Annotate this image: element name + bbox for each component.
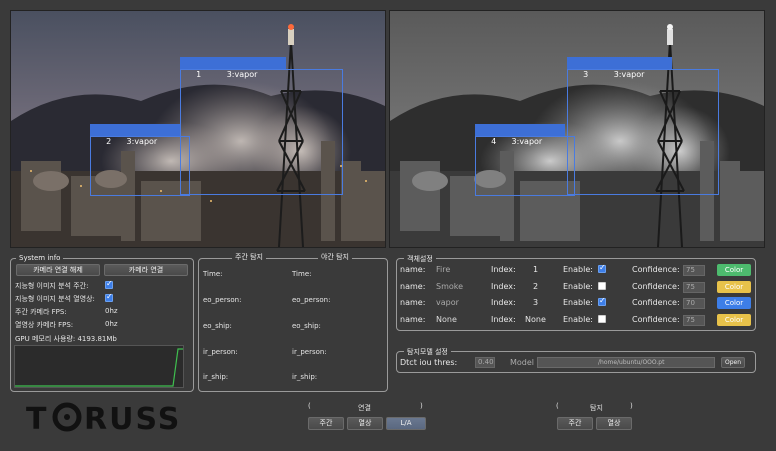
day-analysis-checkbox[interactable] bbox=[105, 279, 113, 289]
obj-index-label: Index: bbox=[491, 315, 516, 324]
obj-name-label: name: bbox=[400, 265, 426, 274]
svg-text:RUSS: RUSS bbox=[84, 402, 181, 434]
night-detection-title: 야간 탐지 bbox=[318, 252, 352, 262]
day-detection-title: 주간 탐지 bbox=[232, 252, 266, 262]
obj-name-value-vapor: vapor bbox=[436, 298, 459, 307]
gpu-memory-label: GPU 메모리 사용량: 4193.81Mb bbox=[15, 335, 117, 343]
toruss-logo-mark: T RUSS bbox=[26, 402, 181, 437]
detection-label-2: 2 3:vapor bbox=[90, 124, 180, 146]
night-eo-ship-label: eo_ship: bbox=[292, 322, 321, 330]
detection-label-3: 3 3:vapor bbox=[567, 57, 672, 79]
day-eo-ship-label: eo_ship: bbox=[203, 322, 232, 330]
obj-enable-label: Enable: bbox=[563, 315, 593, 324]
connection-la-button[interactable]: L/A bbox=[386, 417, 426, 430]
obj-enable-label: Enable: bbox=[563, 265, 593, 274]
camera-connect-button[interactable]: 카메라 연결 bbox=[104, 264, 188, 276]
gpu-usage-graph bbox=[14, 345, 184, 388]
obj-confidence-input-fire[interactable]: 75 bbox=[683, 265, 705, 276]
detection-class: 3:vapor bbox=[511, 137, 543, 146]
detection-class: 3:vapor bbox=[613, 70, 645, 79]
svg-text:T: T bbox=[26, 402, 48, 434]
obj-name-label: name: bbox=[400, 298, 426, 307]
obj-color-button-vapor[interactable]: Color bbox=[717, 297, 751, 309]
obj-enable-label: Enable: bbox=[563, 298, 593, 307]
thermal-fps-value: 0hz bbox=[105, 320, 118, 328]
gpu-usage-line bbox=[15, 348, 183, 387]
obj-index-value: None bbox=[525, 315, 546, 324]
obj-color-button-fire[interactable]: Color bbox=[717, 264, 751, 276]
connection-open-paren: ( bbox=[308, 402, 311, 410]
model-open-button[interactable]: Open bbox=[721, 357, 745, 368]
detection-box-1 bbox=[180, 69, 343, 195]
connection-close-paren: ) bbox=[420, 402, 423, 410]
night-time-label: Time: bbox=[292, 270, 312, 278]
model-label: Model bbox=[510, 358, 535, 367]
day-analysis-label: 지능형 이미지 분석 주간: bbox=[15, 282, 89, 290]
night-eo-person-label: eo_person: bbox=[292, 296, 331, 304]
obj-index-label: Index: bbox=[491, 298, 516, 307]
obj-confidence-input-smoke[interactable]: 75 bbox=[683, 282, 705, 293]
detection-label-1: 1 3:vapor bbox=[180, 57, 286, 79]
obj-confidence-label: Confidence: bbox=[632, 298, 680, 307]
toruss-logo: T RUSS bbox=[26, 400, 208, 437]
model-path-field[interactable]: /home/ubuntu/OOO.pt bbox=[537, 357, 715, 368]
system-info-title: System info bbox=[16, 254, 64, 262]
obj-enable-checkbox-none[interactable] bbox=[598, 315, 606, 323]
obj-name-label: name: bbox=[400, 315, 426, 324]
obj-enable-checkbox-vapor[interactable] bbox=[598, 296, 606, 306]
obj-enable-checkbox-smoke[interactable] bbox=[598, 282, 606, 290]
camera-disconnect-button[interactable]: 카메라 연결 해제 bbox=[16, 264, 100, 276]
obj-name-value-fire: Fire bbox=[436, 265, 451, 274]
thermal-analysis-label: 지능형 이미지 분석 열영상: bbox=[15, 295, 95, 303]
iou-threshold-label: Dtct iou thres: bbox=[400, 358, 458, 367]
obj-index-value: 2 bbox=[533, 282, 539, 291]
day-eo-person-label: eo_person: bbox=[203, 296, 242, 304]
obj-name-value-none: None bbox=[436, 315, 457, 324]
night-ir-ship-label: ir_ship: bbox=[292, 373, 318, 381]
detection-class: 3:vapor bbox=[226, 70, 258, 79]
obj-confidence-input-vapor[interactable]: 70 bbox=[683, 298, 705, 309]
obj-confidence-input-none[interactable]: 75 bbox=[683, 315, 705, 326]
obj-enable-label: Enable: bbox=[563, 282, 593, 291]
obj-index-value: 3 bbox=[533, 298, 539, 307]
thermal-fps-label: 열영상 카메라 FPS: bbox=[15, 321, 74, 329]
detection-day-button[interactable]: 주간 bbox=[557, 417, 593, 430]
day-ir-ship-label: ir_ship: bbox=[203, 373, 229, 381]
night-ir-person-label: ir_person: bbox=[292, 348, 327, 356]
detection-open-paren: ( bbox=[556, 402, 559, 410]
detection-box-3 bbox=[567, 69, 719, 195]
connection-day-button[interactable]: 주간 bbox=[308, 417, 344, 430]
connection-thermal-button[interactable]: 열상 bbox=[347, 417, 383, 430]
detection-title: 탐지 bbox=[590, 404, 603, 412]
obj-index-value: 1 bbox=[533, 265, 539, 274]
obj-color-button-smoke[interactable]: Color bbox=[717, 281, 751, 293]
obj-enable-checkbox-fire[interactable] bbox=[598, 263, 606, 273]
obj-confidence-label: Confidence: bbox=[632, 265, 680, 274]
obj-confidence-label: Confidence: bbox=[632, 282, 680, 291]
obj-name-label: name: bbox=[400, 282, 426, 291]
detection-thermal-button[interactable]: 열상 bbox=[596, 417, 632, 430]
iou-threshold-input[interactable]: 0.40 bbox=[475, 357, 495, 368]
obj-index-label: Index: bbox=[491, 265, 516, 274]
obj-confidence-label: Confidence: bbox=[632, 315, 680, 324]
day-fps-label: 주간 카메라 FPS: bbox=[15, 308, 67, 316]
obj-name-value-smoke: Smoke bbox=[436, 282, 464, 291]
thermal-camera-feed: 3 3:vapor 4 3:vapor bbox=[389, 10, 765, 248]
day-time-label: Time: bbox=[203, 270, 223, 278]
object-settings-title: 객체설정 bbox=[404, 254, 436, 264]
day-fps-value: 0hz bbox=[105, 307, 118, 315]
connection-title: 연결 bbox=[358, 404, 371, 412]
model-settings-title: 탐지모델 설정 bbox=[404, 347, 451, 357]
day-camera-feed: 1 3:vapor 2 3:vapor bbox=[10, 10, 386, 248]
detection-close-paren: ) bbox=[630, 402, 633, 410]
obj-index-label: Index: bbox=[491, 282, 516, 291]
thermal-analysis-checkbox[interactable] bbox=[105, 292, 113, 302]
detection-label-4: 4 3:vapor bbox=[475, 124, 565, 146]
day-ir-person-label: ir_person: bbox=[203, 348, 238, 356]
detection-class: 3:vapor bbox=[126, 137, 158, 146]
obj-color-button-none[interactable]: Color bbox=[717, 314, 751, 326]
